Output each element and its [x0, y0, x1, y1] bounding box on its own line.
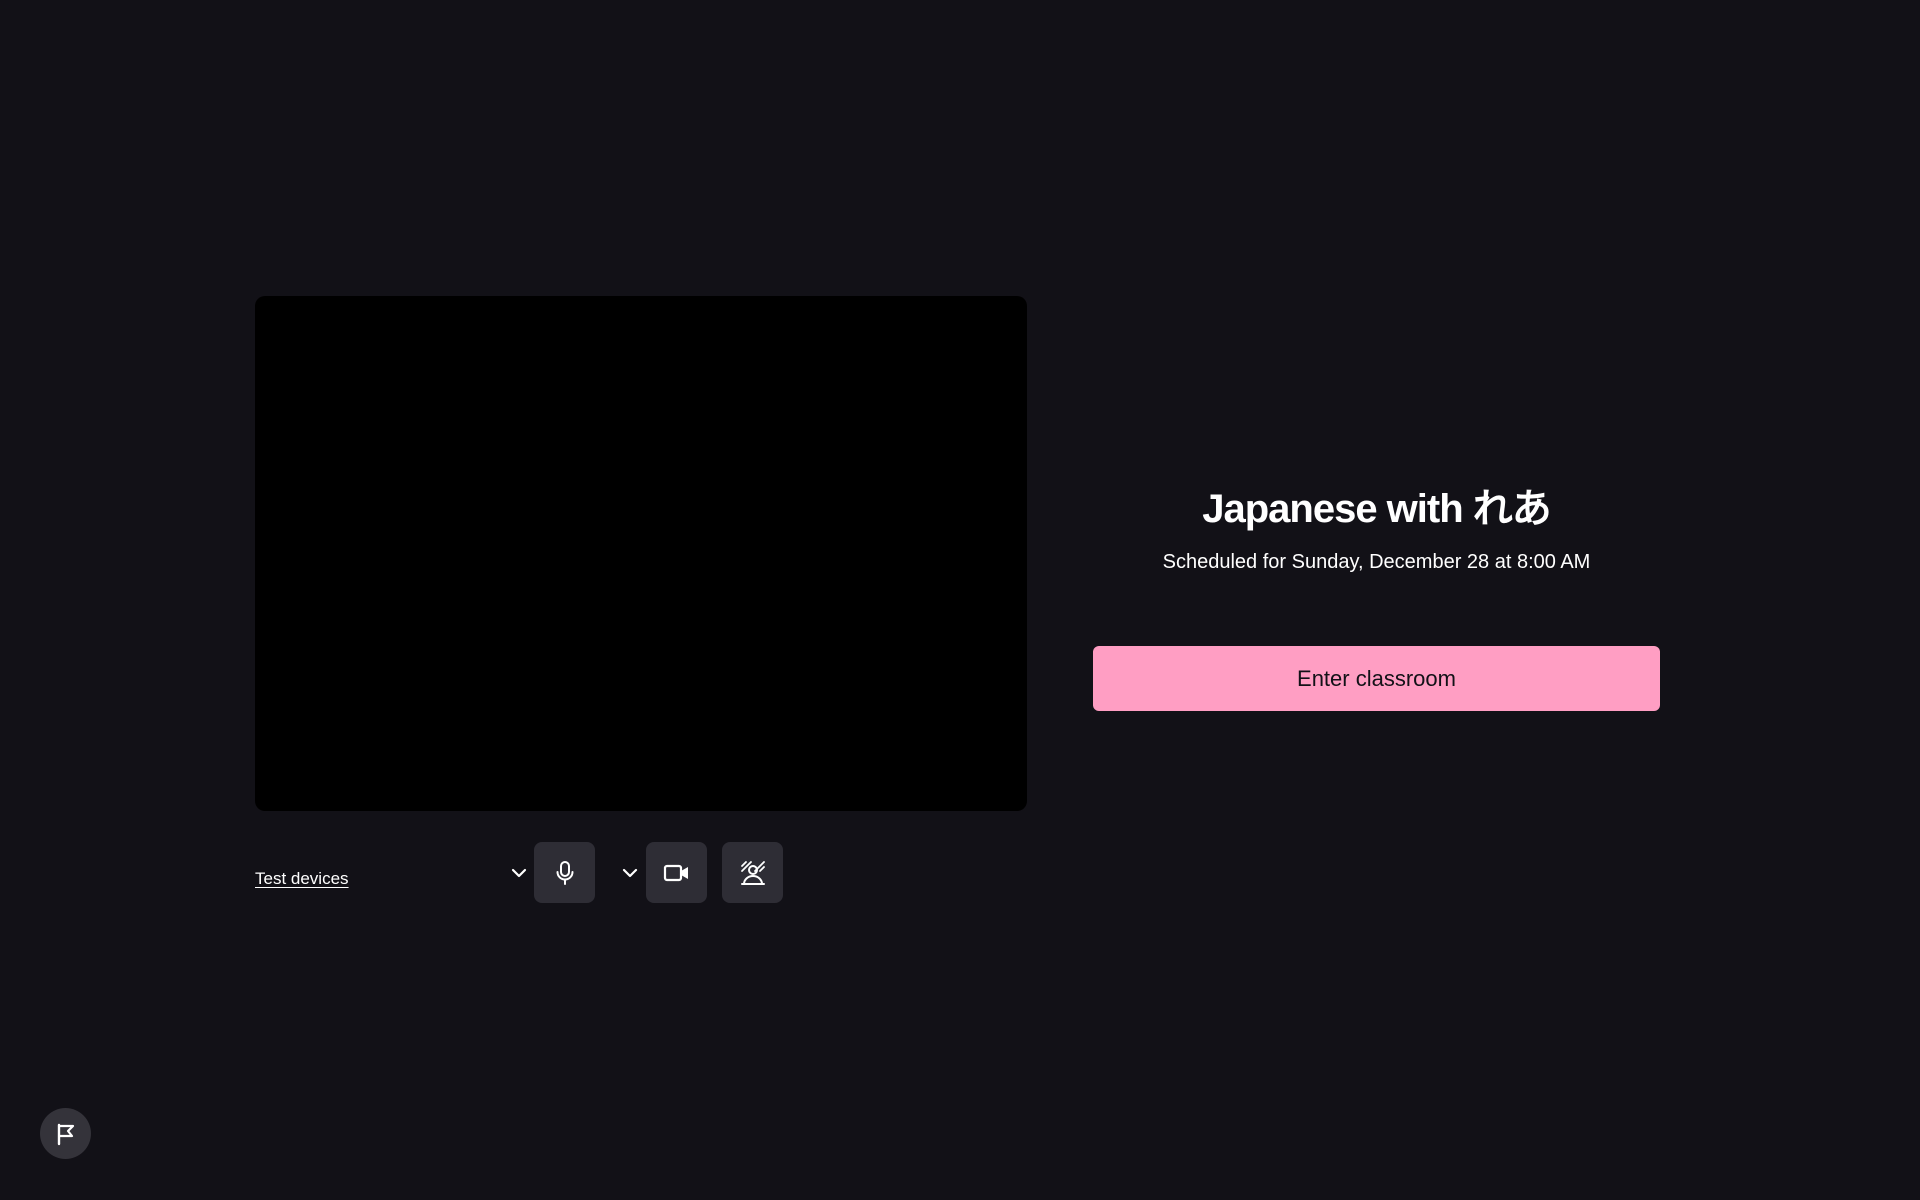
background-effects-icon [739, 859, 767, 887]
test-devices-link[interactable]: Test devices [255, 869, 349, 889]
microphone-toggle-button[interactable] [534, 842, 595, 903]
microphone-icon [553, 860, 577, 886]
enter-classroom-button[interactable]: Enter classroom [1093, 646, 1660, 711]
camera-toggle-button[interactable] [646, 842, 707, 903]
pre-join-page: Test devices Japanese with れあ Scheduled … [0, 0, 1920, 1200]
camera-icon [663, 863, 691, 883]
report-issue-button[interactable] [40, 1108, 91, 1159]
lesson-title: Japanese with れあ [1202, 487, 1552, 531]
camera-options-chevron-down-icon[interactable] [617, 860, 643, 886]
flag-icon [55, 1122, 77, 1146]
device-controls: Test devices [255, 842, 815, 904]
background-effects-button[interactable] [722, 842, 783, 903]
microphone-options-chevron-down-icon[interactable] [506, 860, 532, 886]
lesson-info: Japanese with れあ Scheduled for Sunday, D… [1093, 478, 1660, 576]
lesson-schedule: Scheduled for Sunday, December 28 at 8:0… [1162, 551, 1591, 573]
camera-preview [255, 296, 1027, 811]
